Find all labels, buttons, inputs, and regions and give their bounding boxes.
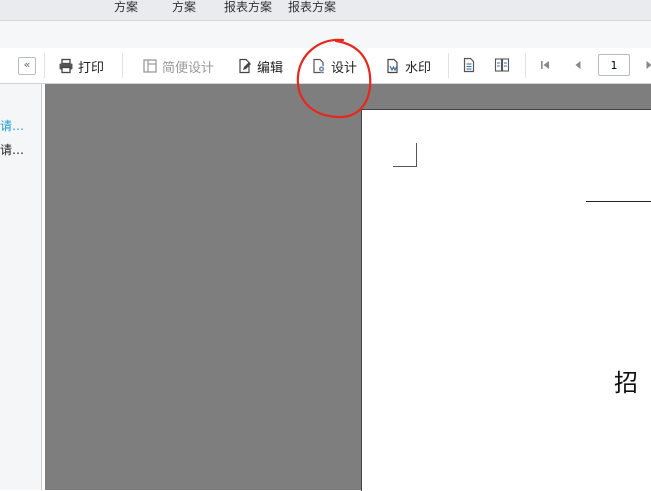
single-page-view-icon[interactable] (460, 56, 478, 74)
edit-button[interactable]: 编辑 (236, 56, 283, 76)
design-button[interactable]: 设计 (310, 56, 357, 76)
first-page-icon[interactable] (536, 56, 554, 74)
toolbar-separator (122, 53, 123, 78)
print-button[interactable]: 打印 (57, 56, 104, 76)
page-number-input[interactable] (598, 54, 630, 76)
secondary-bar (0, 21, 651, 49)
tree-item[interactable]: 请… (0, 141, 24, 158)
simple-design-button[interactable]: 简便设计 (141, 56, 214, 76)
print-label: 打印 (78, 60, 105, 76)
menu-tab-plan-1[interactable]: 方案 (114, 0, 138, 16)
tree-item-selected[interactable]: 请… (0, 117, 24, 134)
previous-page-icon[interactable] (569, 56, 587, 74)
printer-icon (57, 57, 75, 75)
report-title-rule (586, 201, 651, 202)
toolbar-separator (525, 53, 526, 78)
menu-tab-report-plan-2[interactable]: 报表方案 (288, 0, 336, 16)
design-label: 设计 (331, 60, 358, 76)
two-page-view-icon[interactable] (493, 56, 511, 74)
toolbar-separator (448, 53, 449, 78)
next-page-icon[interactable] (640, 56, 651, 74)
watermark-label: 水印 (405, 60, 432, 76)
report-heading-text: 招 (614, 369, 638, 397)
layout-design-icon (141, 57, 159, 75)
menu-bar: 方案 方案 报表方案 报表方案 (0, 0, 651, 21)
toolbar-separator (44, 53, 45, 78)
collapse-sidebar-button[interactable]: « (18, 57, 36, 75)
page-margin-mark (393, 166, 417, 167)
edit-label: 编辑 (257, 60, 284, 76)
menu-tab-plan-2[interactable]: 方案 (172, 0, 196, 16)
watermark-button[interactable]: 水印 (384, 56, 431, 76)
edit-document-icon (236, 57, 254, 75)
menu-tab-report-plan-1[interactable]: 报表方案 (224, 0, 272, 16)
report-tree-sidebar: 请… 请… (0, 84, 42, 490)
preview-toolbar: « 打印 简便设计 编辑 设计 水印 (0, 48, 651, 84)
design-document-icon (310, 57, 328, 75)
simple-design-label: 简便设计 (162, 60, 215, 76)
watermark-icon (384, 57, 402, 75)
page-margin-mark (416, 143, 417, 166)
